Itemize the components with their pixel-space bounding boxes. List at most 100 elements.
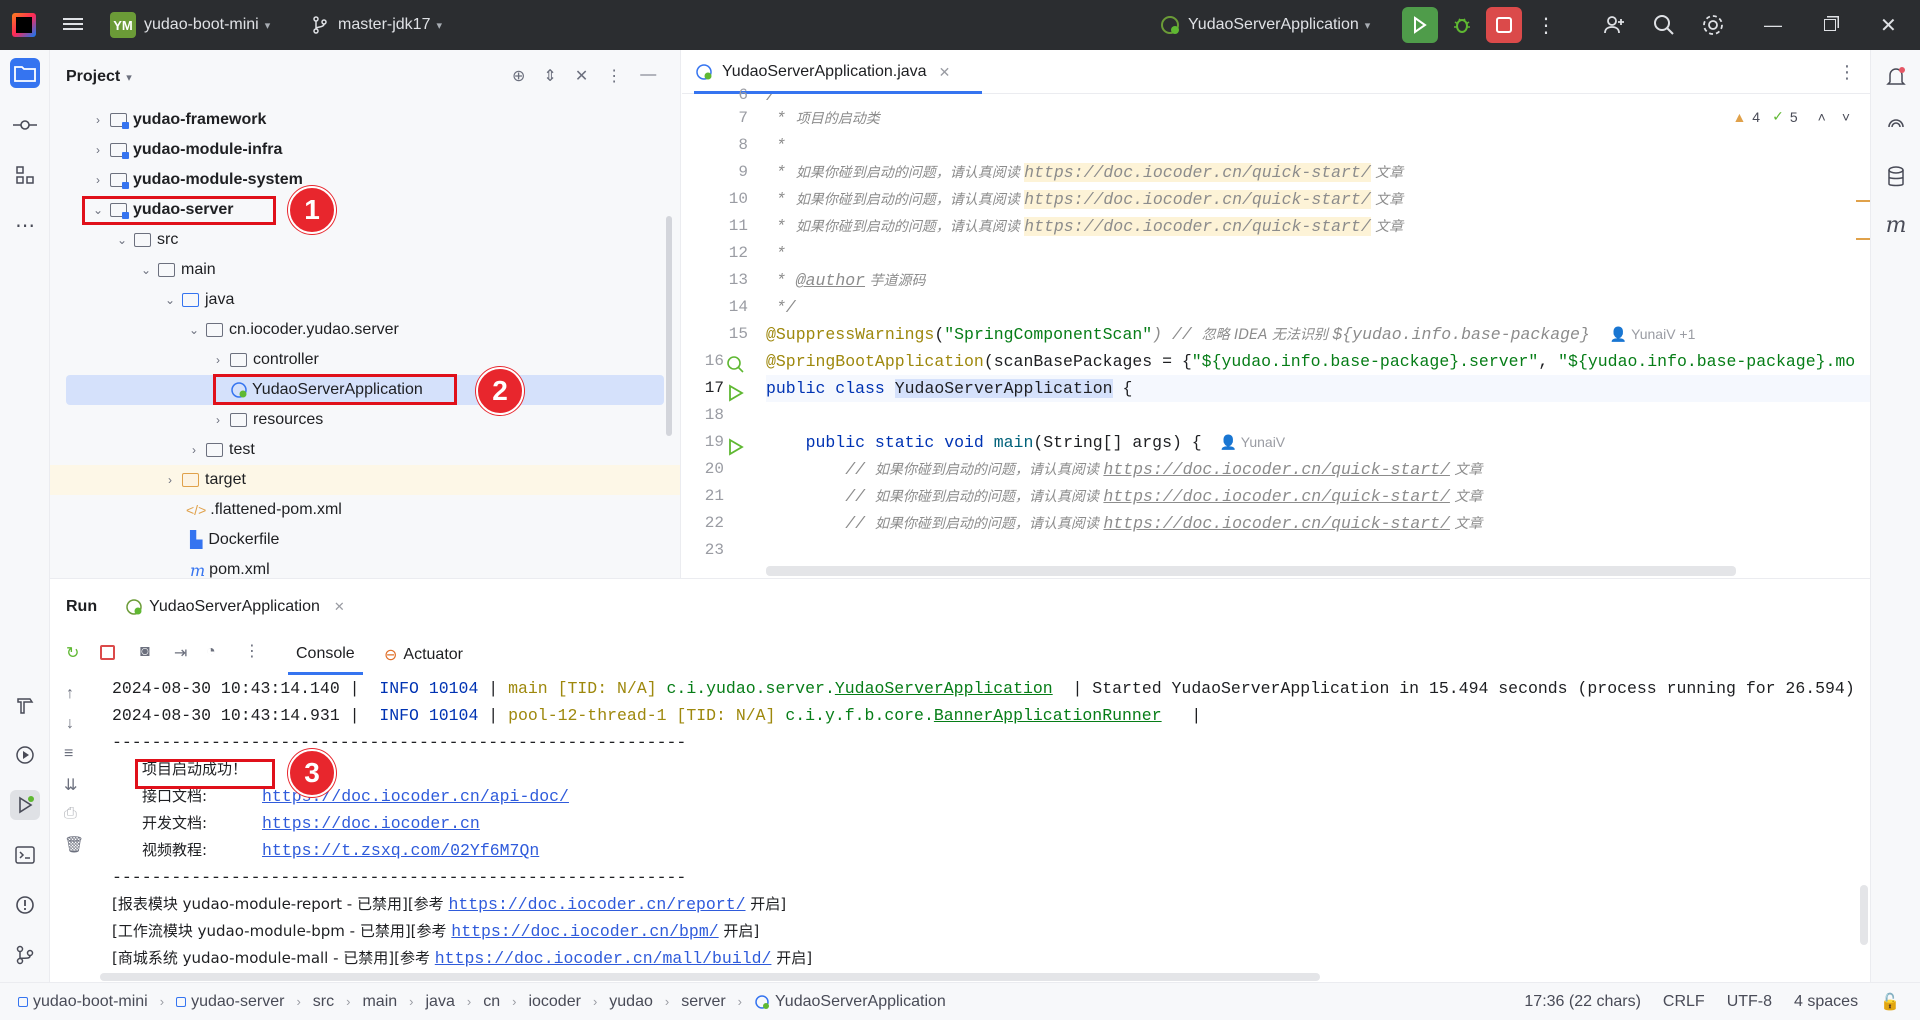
tree-item-src[interactable]: ⌄ src — [114, 225, 178, 255]
exit-icon[interactable]: ⇥ — [174, 643, 187, 663]
run-config-selector[interactable]: YudaoServerApplication ▾ — [1160, 0, 1370, 50]
tree-item-yudao-framework[interactable]: › yudao-framework — [90, 105, 266, 135]
tree-item-package[interactable]: ⌄ cn.iocoder.yudao.server — [186, 315, 399, 345]
horizontal-scrollbar[interactable] — [100, 973, 1320, 981]
maven-icon[interactable]: m — [1881, 210, 1911, 240]
breadcrumb-item[interactable]: iocoder — [528, 993, 580, 1011]
editor-options-icon[interactable]: ⋮ — [1838, 62, 1856, 83]
minimize-icon[interactable]: — — [1764, 0, 1782, 50]
breadcrumb-item[interactable]: yudao — [609, 993, 653, 1011]
expand-all-icon[interactable]: ⇕ — [543, 66, 556, 86]
main-menu-icon[interactable] — [63, 15, 83, 35]
project-tool-icon[interactable] — [10, 58, 40, 88]
close-tab-icon[interactable]: ✕ — [939, 64, 951, 81]
trash-icon[interactable]: 🗑 — [64, 835, 84, 855]
caret-position[interactable]: 17:36 (22 chars) — [1524, 993, 1641, 1011]
indent-setting[interactable]: 4 spaces — [1794, 993, 1858, 1011]
commit-tool-icon[interactable] — [10, 110, 40, 140]
spring-bean-gutter-icon[interactable] — [726, 355, 744, 373]
rerun-icon[interactable]: ↻ — [66, 643, 79, 663]
hide-panel-icon[interactable]: — — [640, 66, 656, 86]
branch-selector[interactable]: master-jdk17 ▾ — [312, 0, 442, 50]
breadcrumb-item[interactable]: server — [681, 993, 725, 1011]
intellij-logo-icon[interactable] — [12, 13, 36, 37]
dev-doc-link[interactable]: https://doc.iocoder.cn — [262, 814, 480, 833]
run-tool-icon[interactable] — [10, 790, 40, 820]
soft-wrap-icon[interactable]: ≡ — [64, 745, 73, 763]
tree-item-resources[interactable]: › resources — [210, 405, 323, 435]
lock-icon[interactable]: 🔓 — [1880, 992, 1900, 1012]
run-gutter-icon[interactable] — [728, 438, 744, 456]
breadcrumb-item[interactable]: yudao-server — [191, 993, 284, 1011]
breadcrumb-item[interactable]: main — [362, 993, 397, 1011]
search-icon[interactable] — [1652, 0, 1676, 50]
code-author-hint[interactable]: 👤 YunaiV — [1220, 434, 1285, 450]
project-badge: YM — [110, 12, 136, 38]
tree-item-flattened-pom[interactable]: </> .flattened-pom.xml — [186, 495, 342, 525]
stop-button[interactable] — [1486, 7, 1522, 43]
tab-actuator[interactable]: ⊖ Actuator — [384, 635, 463, 675]
bpm-doc-link[interactable]: https://doc.iocoder.cn/bpm/ — [451, 922, 718, 941]
file-encoding[interactable]: UTF-8 — [1727, 993, 1772, 1011]
scroll-to-end-icon[interactable]: ⇊ — [64, 775, 77, 795]
git-icon[interactable] — [10, 940, 40, 970]
options-icon[interactable]: ⋮ — [606, 66, 622, 86]
more-actions-icon[interactable]: ⋮ — [1536, 0, 1556, 50]
code-area[interactable]: /** * 项目的启动类 * * 如果你碰到启动的问题，请认真阅读 https:… — [766, 94, 1870, 578]
tree-item-controller[interactable]: › controller — [210, 345, 319, 375]
tree-item-yudao-module-infra[interactable]: › yudao-module-infra — [90, 135, 282, 165]
arrow-down-icon[interactable]: ↓ — [66, 715, 74, 733]
problems-icon[interactable] — [10, 890, 40, 920]
debug-button[interactable] — [1444, 7, 1480, 43]
ai-assistant-icon[interactable] — [1881, 112, 1911, 142]
run-gutter-icon[interactable] — [728, 384, 744, 402]
restore-icon[interactable] — [1824, 0, 1836, 50]
tree-item-yudao-module-system[interactable]: › yudao-module-system — [90, 165, 303, 195]
collapse-all-icon[interactable]: ✕ — [575, 66, 588, 86]
services-icon[interactable] — [10, 740, 40, 770]
close-window-icon[interactable]: ✕ — [1880, 0, 1897, 50]
line-separator[interactable]: CRLF — [1663, 993, 1705, 1011]
editor-tab[interactable]: YudaoServerApplication.java ✕ — [694, 50, 950, 94]
breadcrumb-item[interactable]: yudao-boot-mini — [33, 993, 148, 1011]
build-hammer-icon[interactable] — [10, 690, 40, 720]
tree-item-java[interactable]: ⌄ java — [162, 285, 234, 315]
chevron-down-icon[interactable]: ▾ — [126, 71, 132, 84]
database-icon[interactable] — [1881, 162, 1911, 192]
notifications-bell-icon[interactable] — [1881, 62, 1911, 92]
video-tutorial-link[interactable]: https://t.zsxq.com/02Yf6M7Qn — [262, 841, 539, 860]
tree-item-dockerfile[interactable]: ▙ Dockerfile — [190, 525, 279, 555]
terminal-icon[interactable] — [10, 840, 40, 870]
report-doc-link[interactable]: https://doc.iocoder.cn/report/ — [448, 895, 745, 914]
camera-icon[interactable]: ◙ — [140, 643, 150, 661]
horizontal-scrollbar[interactable] — [766, 566, 1736, 576]
vertical-scrollbar[interactable] — [1860, 885, 1868, 945]
tree-item-target[interactable]: › target — [50, 465, 680, 495]
tree-item-main[interactable]: ⌄ main — [138, 255, 216, 285]
mall-doc-link[interactable]: https://doc.iocoder.cn/mall/build/ — [435, 949, 772, 968]
settings-gear-icon[interactable] — [1701, 0, 1725, 50]
console-output[interactable]: 2024-08-30 10:43:14.140 | INFO 10104 | m… — [100, 675, 1870, 983]
profiler-icon[interactable]: ◔ — [206, 643, 216, 661]
rerun-button[interactable] — [1402, 7, 1438, 43]
print-icon[interactable]: ⎙ — [64, 805, 77, 823]
more-tools-icon[interactable]: ⋯ — [10, 210, 40, 240]
add-user-icon[interactable] — [1602, 0, 1626, 50]
close-tab-icon[interactable]: ✕ — [334, 599, 345, 615]
spring-class-icon — [696, 64, 712, 80]
breadcrumb-item[interactable]: src — [313, 993, 334, 1011]
breadcrumb-item[interactable]: YudaoServerApplication — [775, 993, 946, 1011]
project-selector[interactable]: YM yudao-boot-mini ▾ — [110, 0, 270, 50]
stop-icon[interactable] — [100, 645, 115, 660]
structure-tool-icon[interactable] — [10, 160, 40, 190]
locate-file-icon[interactable]: ⊕ — [512, 66, 525, 86]
tab-console[interactable]: Console — [288, 635, 363, 675]
more-icon[interactable]: ⋮ — [244, 641, 260, 661]
scrollbar[interactable] — [666, 216, 672, 436]
breadcrumb-item[interactable]: java — [426, 993, 455, 1011]
run-tab[interactable]: YudaoServerApplication ✕ — [125, 579, 345, 635]
tree-item-test[interactable]: › test — [186, 435, 255, 465]
arrow-up-icon[interactable]: ↑ — [66, 685, 74, 703]
breadcrumb-item[interactable]: cn — [483, 993, 500, 1011]
code-author-hint[interactable]: 👤 YunaiV +1 — [1610, 326, 1696, 342]
